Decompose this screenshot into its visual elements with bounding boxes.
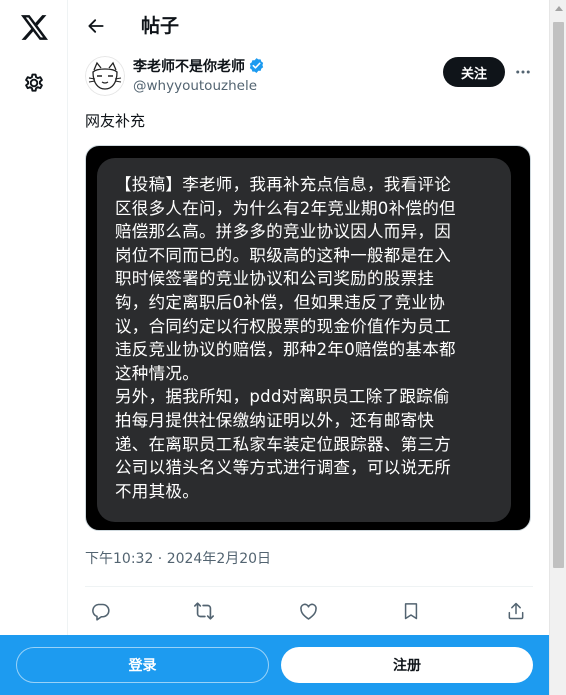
post-timestamp[interactable]: 下午10:32 · 2024年2月20日 — [85, 549, 271, 569]
post-header: 帖子 — [69, 0, 548, 52]
like-icon[interactable] — [296, 599, 320, 623]
scrollbar-thumb[interactable] — [553, 22, 564, 568]
follow-button[interactable]: 关注 — [443, 57, 505, 87]
arrow-left-icon[interactable] — [83, 13, 109, 39]
login-button[interactable]: 登录 — [16, 647, 269, 683]
avatar[interactable] — [85, 56, 125, 96]
register-button[interactable]: 注册 — [281, 647, 533, 683]
x-logo-icon[interactable] — [19, 12, 49, 42]
author-name-text: 李老师不是你老师 — [133, 59, 245, 75]
share-icon[interactable] — [504, 599, 528, 623]
post-text: 网友补充 — [85, 112, 146, 130]
author-name[interactable]: 李老师不是你老师 — [133, 57, 265, 79]
retweet-icon[interactable] — [192, 599, 216, 623]
divider — [85, 586, 533, 587]
gear-icon[interactable] — [20, 69, 48, 97]
page-title: 帖子 — [141, 15, 180, 37]
more-options-icon[interactable] — [511, 60, 535, 84]
verified-badge-icon — [248, 57, 265, 79]
reply-icon[interactable] — [88, 599, 112, 623]
post-image[interactable]: 【投稿】李老师，我再补充点信息，我看评论 区很多人在问，为什么有2年竞业期0补偿… — [85, 145, 531, 531]
login-prompt-bar: 登录 注册 — [0, 635, 549, 695]
left-nav-rail — [0, 0, 68, 695]
post-author: 李老师不是你老师 @whyyoutouzhele 关注 — [85, 56, 535, 100]
bookmark-icon[interactable] — [399, 599, 423, 623]
scrollbar[interactable] — [549, 0, 566, 695]
post-actions — [85, 596, 533, 626]
author-handle[interactable]: @whyyoutouzhele — [133, 77, 257, 95]
scroll-up-arrow-icon[interactable] — [555, 6, 563, 11]
image-text: 【投稿】李老师，我再补充点信息，我看评论 区很多人在问，为什么有2年竞业期0补偿… — [115, 175, 456, 501]
